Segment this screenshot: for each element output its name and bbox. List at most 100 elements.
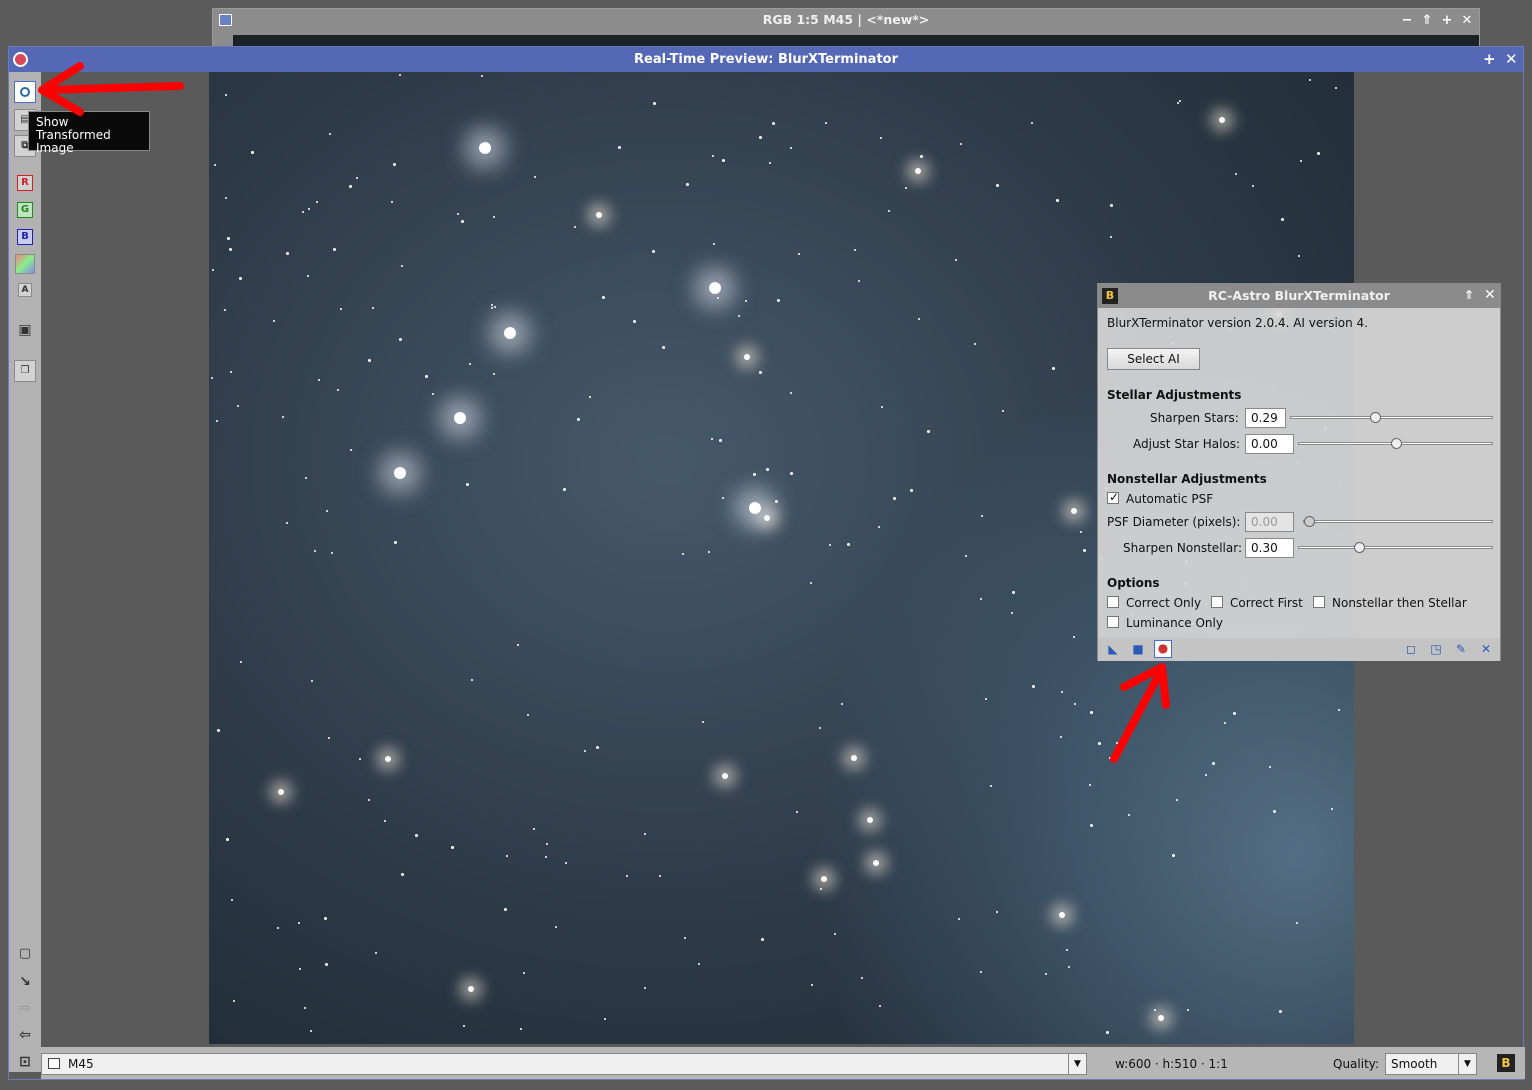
bright-star	[709, 282, 721, 294]
adjust-halos-field[interactable]: 0.00	[1245, 434, 1294, 454]
slider-knob[interactable]	[1391, 438, 1402, 449]
star	[329, 133, 331, 135]
star	[237, 405, 239, 407]
star	[918, 318, 920, 320]
star	[282, 416, 284, 418]
quality-select[interactable]: Smooth ▼	[1385, 1053, 1477, 1075]
star	[867, 817, 873, 823]
star	[820, 888, 822, 890]
auto-psf-checkbox[interactable]	[1107, 490, 1119, 504]
star	[1296, 922, 1298, 924]
star	[1298, 255, 1300, 257]
star	[772, 122, 775, 125]
camera-icon[interactable]: ▣	[14, 320, 36, 342]
bright-star	[749, 502, 761, 514]
bright-star	[504, 327, 516, 339]
blue-channel-icon[interactable]: B	[17, 229, 33, 245]
correct-only-label: Correct Only	[1126, 596, 1202, 610]
slider-knob[interactable]	[1354, 542, 1365, 553]
star	[273, 320, 275, 322]
reset-all-icon[interactable]: ✕	[1479, 642, 1493, 656]
star	[790, 392, 792, 394]
star	[881, 406, 883, 408]
star	[713, 243, 715, 245]
star	[1083, 549, 1086, 552]
new-window-icon[interactable]: ❐	[14, 360, 36, 382]
reset-icon[interactable]: ◳	[1429, 642, 1443, 656]
psf-field[interactable]: 0.00	[1245, 512, 1294, 532]
slider-knob[interactable]	[1304, 516, 1315, 527]
chevron-down-icon[interactable]: ▼	[1458, 1054, 1476, 1074]
alpha-channel-icon[interactable]: A	[18, 283, 32, 297]
star	[368, 359, 371, 362]
star	[825, 122, 827, 124]
browse-docs-icon[interactable]: ◻	[1404, 642, 1418, 656]
red-channel-icon[interactable]: R	[17, 175, 33, 191]
close-window-icon[interactable]	[13, 52, 28, 67]
star	[307, 275, 309, 277]
sharpen-stars-slider[interactable]	[1290, 412, 1493, 423]
star	[333, 248, 336, 251]
star	[534, 176, 536, 178]
adjust-halos-slider[interactable]	[1298, 438, 1493, 449]
shade-button[interactable]: ⇑	[1419, 13, 1435, 28]
apply-global-icon[interactable]: ■	[1131, 642, 1145, 656]
chevron-down-icon[interactable]: ▼	[1068, 1054, 1086, 1074]
view-selector[interactable]: M45 ▼	[41, 1053, 1087, 1075]
settings-wrench-icon[interactable]: ✎	[1454, 642, 1468, 656]
star	[880, 137, 882, 139]
star	[1212, 762, 1215, 765]
slider-knob[interactable]	[1370, 412, 1381, 423]
star	[350, 449, 352, 451]
star	[858, 280, 860, 282]
star	[738, 315, 740, 317]
process-badge[interactable]: B	[1497, 1054, 1515, 1072]
rgb-channel-icon[interactable]	[15, 254, 35, 274]
star	[401, 873, 404, 876]
lum-only-checkbox[interactable]	[1107, 616, 1119, 628]
maximize-button[interactable]: +	[1439, 13, 1455, 28]
shade-icon[interactable]: ⇑	[1464, 288, 1474, 302]
star	[847, 543, 850, 546]
star	[226, 838, 229, 841]
star	[644, 833, 646, 835]
stellar-heading: Stellar Adjustments	[1107, 388, 1242, 402]
close-button[interactable]: ✕	[1459, 13, 1475, 28]
maximize-window-button[interactable]: +	[1483, 50, 1496, 68]
sharpen-stars-field[interactable]: 0.29	[1245, 408, 1286, 428]
star	[834, 933, 836, 935]
psf-slider[interactable]	[1303, 516, 1493, 527]
star	[766, 468, 769, 471]
new-instance-icon[interactable]: ◣	[1106, 642, 1120, 656]
star	[394, 541, 397, 544]
star	[302, 211, 304, 213]
star	[761, 938, 764, 941]
prev-icon[interactable]: ⇦	[14, 1025, 36, 1047]
green-channel-icon[interactable]: G	[17, 202, 33, 218]
star	[759, 136, 762, 139]
star	[1281, 218, 1284, 221]
star	[545, 856, 547, 858]
correct-first-checkbox[interactable]	[1211, 596, 1223, 608]
correct-only-checkbox[interactable]	[1107, 596, 1119, 608]
ns-then-s-checkbox[interactable]	[1313, 596, 1325, 608]
sharpen-ns-field[interactable]: 0.30	[1245, 538, 1294, 558]
zoom-in-icon[interactable]: ↘	[14, 972, 36, 994]
sharpen-ns-slider[interactable]	[1298, 542, 1493, 553]
star	[604, 1018, 606, 1020]
close-window-button[interactable]: ✕	[1505, 50, 1518, 68]
background-window[interactable]: RGB 1:5 M45 | <*new*> − ⇑ + ✕	[212, 8, 1480, 49]
select-ai-button[interactable]: Select AI	[1107, 348, 1200, 370]
star	[451, 846, 454, 849]
star	[854, 249, 856, 251]
zoom-fit-icon[interactable]: ▢	[14, 944, 36, 966]
star	[996, 911, 998, 913]
fit-window-icon[interactable]: ⊡	[14, 1052, 36, 1074]
star	[304, 1007, 306, 1009]
star	[686, 183, 689, 186]
minimize-button[interactable]: −	[1399, 13, 1415, 28]
close-icon[interactable]: ✕	[1484, 287, 1496, 303]
star	[393, 163, 396, 166]
star	[1279, 1010, 1282, 1013]
next-icon[interactable]: ⇨	[14, 998, 36, 1020]
